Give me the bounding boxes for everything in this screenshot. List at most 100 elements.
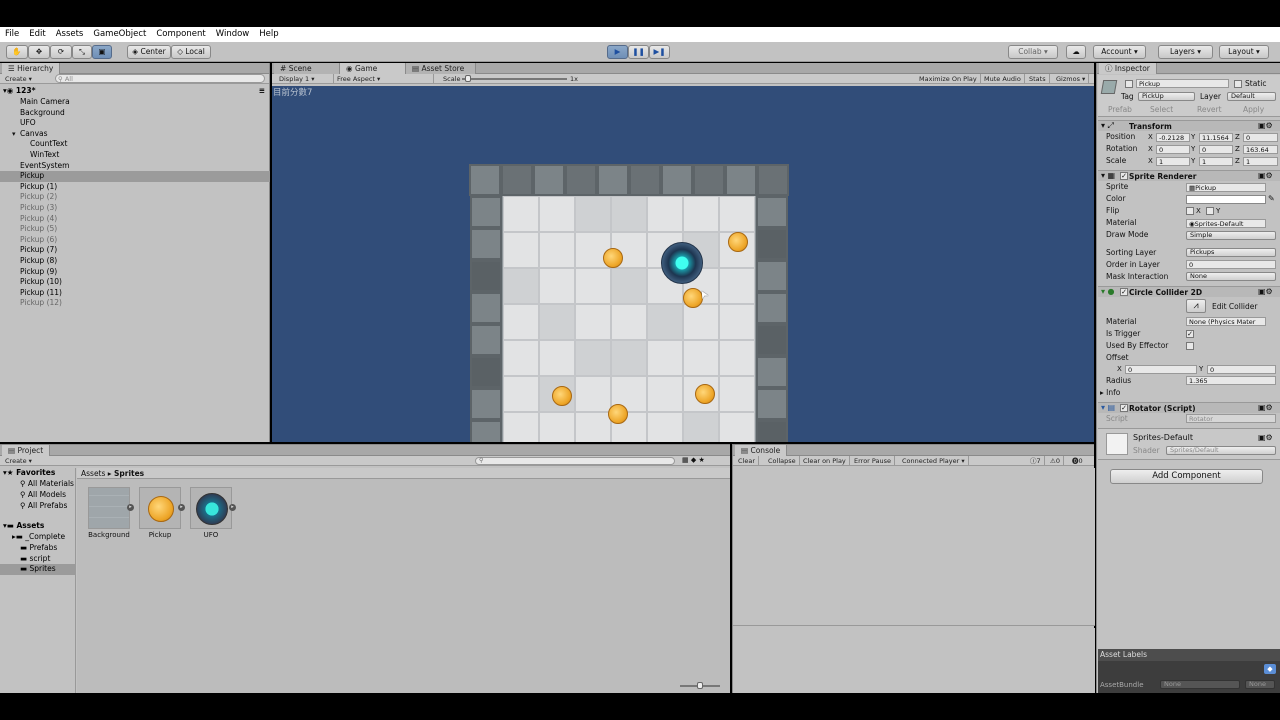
flip-y-checkbox[interactable] <box>1206 207 1214 215</box>
menu-assets[interactable]: Assets <box>51 27 89 42</box>
console-clear-button[interactable]: Clear <box>735 456 759 466</box>
prefab-apply-button[interactable]: Apply <box>1243 105 1264 115</box>
project-create-button[interactable]: Create ▾ <box>2 456 35 466</box>
hand-tool-button[interactable]: ✋ <box>6 45 28 59</box>
collider-settings-icons[interactable]: ▣⚙ <box>1258 287 1273 296</box>
game-view[interactable]: 目前分數7 ➤ <box>272 86 1094 442</box>
console-error-count[interactable]: ⓿0 <box>1069 456 1086 466</box>
scale-tool-button[interactable]: ⤡ <box>72 45 92 59</box>
tab-asset-store[interactable]: ▤ Asset Store <box>406 63 476 74</box>
transform-settings-icons[interactable]: ▣⚙ <box>1258 121 1273 130</box>
scale-y-field[interactable]: 1 <box>1199 157 1233 166</box>
breadcrumb-assets[interactable]: Assets <box>81 469 105 478</box>
label-tag-icon[interactable]: ◆ <box>1264 664 1276 674</box>
rotator-enabled[interactable]: ✓ <box>1120 404 1128 412</box>
asset-background-thumb[interactable] <box>88 487 130 529</box>
prefab-select-button[interactable]: Select <box>1150 105 1173 115</box>
offset-x-field[interactable]: 0 <box>1125 365 1197 374</box>
script-field[interactable]: Rotator <box>1186 414 1276 423</box>
info-foldout[interactable]: ▸ Info <box>1100 388 1120 398</box>
menu-help[interactable]: Help <box>254 27 283 42</box>
order-field[interactable]: 0 <box>1186 260 1276 269</box>
transform-header[interactable]: Transform <box>1098 120 1280 131</box>
edit-collider-button[interactable]: ⩘ <box>1186 299 1206 313</box>
hierarchy-item[interactable]: Pickup (6) <box>0 235 270 246</box>
draw-mode-dropdown[interactable]: Simple <box>1186 231 1276 240</box>
menu-component[interactable]: Component <box>151 27 210 42</box>
folder-prefabs[interactable]: ▬ Prefabs <box>20 543 57 554</box>
folder-complete[interactable]: ▸▬ _Complete <box>12 532 65 543</box>
canvas-expand-icon[interactable]: ▾ <box>12 129 16 140</box>
cloud-button[interactable]: ☁ <box>1066 45 1086 59</box>
asset-expand-icon[interactable]: ▸ <box>127 504 134 511</box>
hierarchy-item[interactable]: Pickup (11) <box>0 288 270 299</box>
rotation-z-field[interactable]: 163.64 <box>1243 145 1278 154</box>
rotation-y-field[interactable]: 0 <box>1199 145 1233 154</box>
used-by-effector-checkbox[interactable] <box>1186 342 1194 350</box>
object-name-field[interactable]: Pickup <box>1136 79 1229 88</box>
tab-inspector[interactable]: ⓘ Inspector <box>1099 63 1157 74</box>
prefab-revert-button[interactable]: Revert <box>1197 105 1222 115</box>
assets-folder[interactable]: ▾▬ Assets <box>3 521 44 532</box>
project-search-input[interactable]: ⚲ <box>475 457 675 465</box>
menu-file[interactable]: File <box>0 27 24 42</box>
hierarchy-item[interactable]: Pickup (12) <box>0 298 270 309</box>
hierarchy-item[interactable]: CountText <box>0 139 270 150</box>
hierarchy-item[interactable]: Pickup (4) <box>0 214 270 225</box>
flip-x-checkbox[interactable] <box>1186 207 1194 215</box>
rotator-settings-icons[interactable]: ▣⚙ <box>1258 403 1273 412</box>
asset-ufo-thumb[interactable] <box>190 487 232 529</box>
position-x-field[interactable]: -0.2128 <box>1156 133 1190 142</box>
asset-bundle-dropdown[interactable]: None <box>1160 680 1240 689</box>
hierarchy-item[interactable]: Pickup (5) <box>0 224 270 235</box>
scene-header[interactable]: ▾◉ 123* ≡ <box>0 86 270 97</box>
hierarchy-create-button[interactable]: Create ▾ <box>2 74 35 84</box>
asset-expand-icon[interactable]: ▸ <box>178 504 185 511</box>
sprite-renderer-settings-icons[interactable]: ▣⚙ <box>1258 171 1273 180</box>
pause-button[interactable]: ❚❚ <box>628 45 649 59</box>
aspect-select[interactable]: Free Aspect ▾ <box>334 74 434 84</box>
console-warning-count[interactable]: ⚠0 <box>1047 456 1064 466</box>
menu-window[interactable]: Window <box>211 27 255 42</box>
tab-console[interactable]: ▤ Console <box>735 445 788 456</box>
play-button[interactable]: ▶ <box>607 45 628 59</box>
layout-button[interactable]: Layout ▾ <box>1219 45 1269 59</box>
hierarchy-item[interactable]: EventSystem <box>0 161 270 172</box>
sprite-field[interactable]: ▦Pickup <box>1186 183 1266 192</box>
tab-scene[interactable]: # Scene <box>274 63 340 74</box>
scale-x-field[interactable]: 1 <box>1156 157 1190 166</box>
step-button[interactable]: ▶❚ <box>649 45 670 59</box>
radius-field[interactable]: 1.365 <box>1186 376 1276 385</box>
rotation-x-field[interactable]: 0 <box>1156 145 1190 154</box>
hierarchy-item[interactable]: Pickup (2) <box>0 192 270 203</box>
tag-dropdown[interactable]: PickUp <box>1138 92 1195 101</box>
favorite-all-models[interactable]: ⚲ All Models <box>20 490 66 501</box>
color-swatch[interactable] <box>1186 195 1266 204</box>
hierarchy-item[interactable]: WinText <box>0 150 270 161</box>
mask-dropdown[interactable]: None <box>1186 272 1276 281</box>
console-clear-on-play-button[interactable]: Clear on Play <box>800 456 850 466</box>
hierarchy-item[interactable]: Pickup (1) <box>0 182 270 193</box>
favorites-header[interactable]: ▾★ Favorites <box>3 468 55 479</box>
eyedropper-icon[interactable]: ✎ <box>1268 194 1275 203</box>
hierarchy-item[interactable]: Pickup (7) <box>0 245 270 256</box>
hierarchy-item[interactable]: Pickup (8) <box>0 256 270 267</box>
move-tool-button[interactable]: ✥ <box>28 45 50 59</box>
scene-menu-icon[interactable]: ≡ <box>259 86 265 97</box>
hierarchy-item[interactable]: Background <box>0 108 270 119</box>
tab-hierarchy[interactable]: ☰ Hierarchy <box>2 63 61 74</box>
folder-script[interactable]: ▬ script <box>20 554 50 565</box>
collider-enabled[interactable]: ✓ <box>1120 288 1128 296</box>
is-trigger-checkbox[interactable]: ✓ <box>1186 330 1194 338</box>
console-log-count[interactable]: ⓘ7 <box>1027 456 1045 466</box>
scale-slider[interactable] <box>462 78 567 80</box>
gizmos-dropdown[interactable]: Gizmos ▾ <box>1053 74 1090 84</box>
display-select[interactable]: Display 1 ▾ <box>276 74 334 84</box>
console-collapse-button[interactable]: Collapse <box>765 456 800 466</box>
sorting-layer-dropdown[interactable]: Pickups <box>1186 248 1276 257</box>
hierarchy-item[interactable]: Canvas <box>0 129 270 140</box>
favorite-all-prefabs[interactable]: ⚲ All Prefabs <box>20 501 67 512</box>
folder-sprites[interactable]: ▬ Sprites <box>0 564 76 575</box>
thumbnail-size-thumb[interactable] <box>697 682 703 689</box>
hierarchy-item[interactable]: Pickup (10) <box>0 277 270 288</box>
